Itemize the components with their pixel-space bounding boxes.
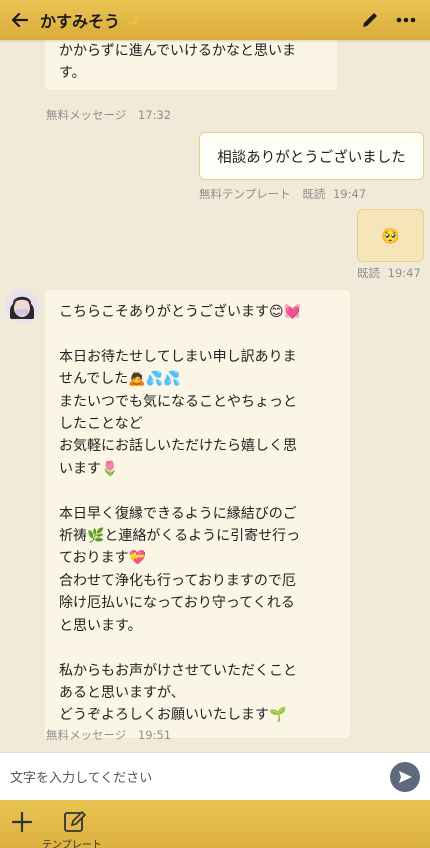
message-bubble: こちらこそありがとうございます😊💓 本日お待たせしてしまい申し訳ありま せんでし… — [45, 290, 350, 738]
message-time: 19:47 — [387, 266, 421, 280]
avatar[interactable] — [5, 289, 39, 323]
avatar-image — [5, 289, 39, 323]
message-text: こちらこそありがとうございます😊💓 本日お待たせしてしまい申し訳ありま せんでし… — [59, 304, 302, 724]
message-composer: 文字を入力してください — [0, 752, 430, 800]
chat-partner-name[interactable]: かすみそう — [40, 8, 120, 32]
message-input[interactable]: 文字を入力してください — [10, 767, 390, 786]
message-type-label: 無料メッセージ — [46, 728, 127, 742]
send-button[interactable] — [390, 761, 420, 792]
read-status: 既読 — [302, 187, 326, 201]
send-icon — [399, 770, 412, 783]
arrow-left-icon — [11, 12, 29, 28]
message-text: かからずに進んでいけるかなと思いま す。 — [59, 43, 297, 81]
chat-thread[interactable]: かからずに進んでいけるかなと思いま す。 無料メッセージ 17:32 相談ありが… — [0, 40, 430, 748]
more-button[interactable] — [388, 0, 424, 40]
template-label[interactable]: テンプレート — [42, 836, 102, 848]
pencil-icon — [363, 13, 377, 27]
plus-icon — [11, 811, 33, 833]
more-dots-icon — [396, 17, 416, 23]
message-meta: 既読 19:47 — [357, 265, 429, 281]
message-time: 19:51 — [137, 728, 172, 742]
edit-button[interactable] — [352, 0, 388, 40]
message-bubble-own: 🥺 — [357, 209, 424, 262]
message-meta: 無料メッセージ 19:51 — [46, 727, 179, 743]
bottom-toolbar: テンプレート — [0, 800, 430, 848]
message-meta: 無料メッセージ 17:32 — [46, 107, 179, 123]
add-button[interactable] — [10, 810, 34, 834]
name-badge: 🌙 — [126, 14, 139, 26]
message-emoji: 🥺 — [381, 226, 400, 245]
message-text: 相談ありがとうございました — [217, 149, 406, 166]
message-type-label: 無料メッセージ — [46, 108, 127, 122]
chat-header: かすみそう 🌙 — [0, 0, 430, 40]
message-type-label: 無料テンプレート — [199, 187, 291, 201]
message-bubble-own: 相談ありがとうございました — [199, 132, 424, 180]
message-time: 17:32 — [137, 108, 172, 122]
read-status: 既読 — [357, 266, 380, 280]
message-meta: 無料テンプレート 既読 19:47 — [199, 186, 374, 202]
template-edit-icon — [64, 810, 87, 832]
message-bubble: かからずに進んでいけるかなと思いま す。 — [45, 40, 337, 90]
message-time: 19:47 — [332, 187, 367, 201]
template-button[interactable] — [62, 808, 88, 834]
back-button[interactable] — [0, 0, 40, 40]
